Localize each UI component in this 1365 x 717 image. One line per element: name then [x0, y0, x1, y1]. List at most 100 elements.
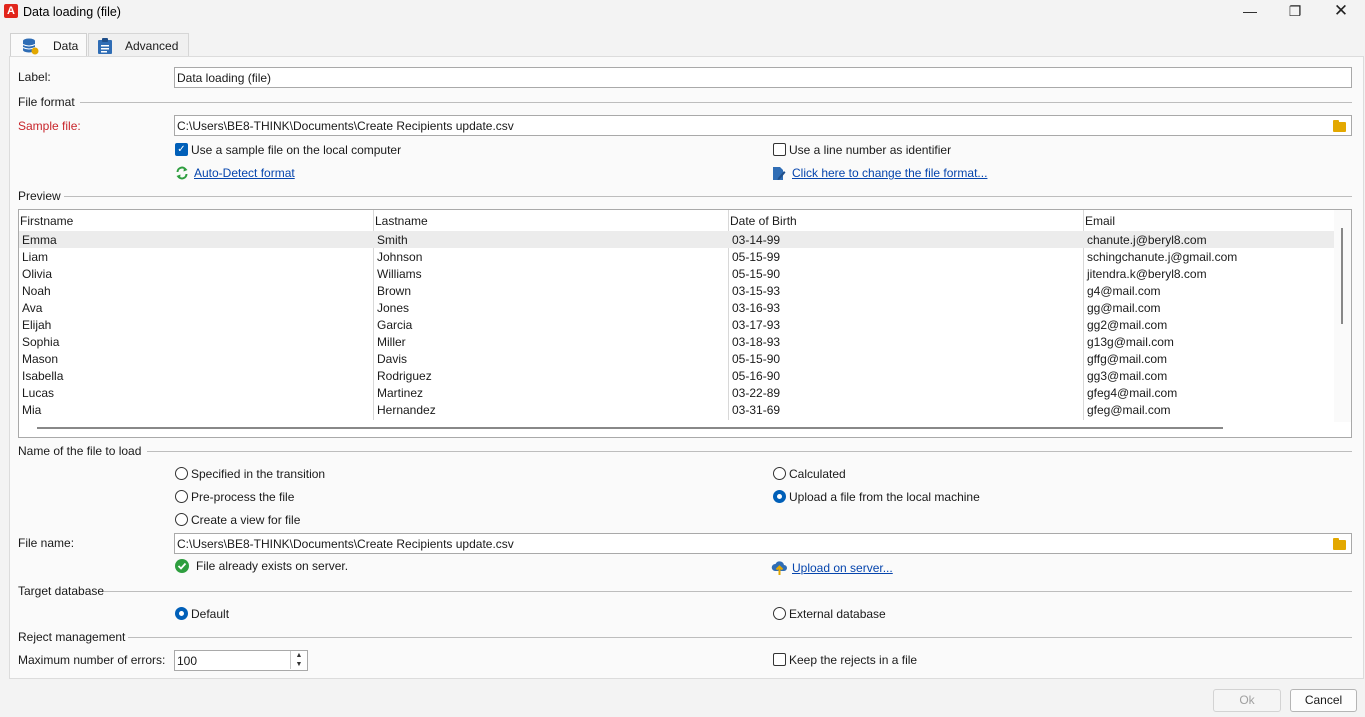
divider: [128, 637, 1352, 638]
table-row[interactable]: Olivia Williams 05-15-90 jitendra.k@beryl8.…: [19, 265, 1335, 282]
stepper-up-icon[interactable]: ▲: [290, 651, 307, 660]
column-header-firstname[interactable]: Firstname: [20, 214, 73, 228]
tab-data[interactable]: Data: [10, 33, 87, 57]
window-title: Data loading (file): [23, 5, 121, 19]
table-row[interactable]: Isabella Rodriguez 05-16-90 gg3@mail.com: [19, 367, 1335, 384]
use-line-number-checkbox[interactable]: [773, 143, 786, 156]
column-header-date-of-birth[interactable]: Date of Birth: [730, 214, 797, 228]
table-row[interactable]: Lucas Martinez 03-22-89 gfeg4@mail.com: [19, 384, 1335, 401]
preview-grid[interactable]: Firstname Lastname Date of Birth Email E…: [18, 209, 1352, 438]
cell-date-of-birth: 03-22-89: [732, 386, 781, 400]
cell-lastname: Miller: [377, 335, 406, 349]
specified-radio[interactable]: [175, 467, 188, 480]
cell-email: gfeg@mail.com: [1087, 403, 1171, 417]
cell-lastname: Brown: [377, 284, 412, 298]
ok-button[interactable]: Ok: [1213, 689, 1281, 712]
table-row[interactable]: Elijah Garcia 03-17-93 gg2@mail.com: [19, 316, 1335, 333]
upload-local-label: Upload a file from the local machine: [789, 490, 980, 504]
default-db-label: Default: [191, 607, 230, 621]
divider: [104, 591, 1352, 592]
file-name-label: File name:: [18, 536, 75, 550]
table-row[interactable]: Emma Smith 03-14-99 chanute.j@beryl8.com: [19, 231, 1335, 248]
cell-date-of-birth: 05-16-90: [732, 369, 781, 383]
cell-firstname: Mia: [22, 403, 42, 417]
reject-management-section-title: Reject management: [18, 630, 126, 644]
column-header-email[interactable]: Email: [1085, 214, 1115, 228]
external-db-label: External database: [789, 607, 886, 621]
sample-file-label: Sample file:: [18, 119, 81, 133]
cell-firstname: Noah: [22, 284, 51, 298]
cell-email: gg3@mail.com: [1087, 369, 1168, 383]
keep-rejects-checkbox[interactable]: [773, 653, 786, 666]
use-local-sample-label: Use a sample file on the local computer: [191, 143, 402, 157]
column-header-lastname[interactable]: Lastname: [375, 214, 428, 228]
maximize-button[interactable]: ❐: [1272, 0, 1318, 24]
title-bar: [0, 0, 1365, 24]
cell-lastname: Williams: [377, 267, 422, 281]
cell-firstname: Elijah: [22, 318, 52, 332]
cell-firstname: Sophia: [22, 335, 60, 349]
cell-firstname: Ava: [22, 301, 43, 315]
change-format-link[interactable]: Click here to change the file format...: [792, 166, 987, 180]
minimize-button[interactable]: —: [1227, 0, 1273, 24]
sample-file-input[interactable]: C:\Users\BE8-THINK\Documents\Create Reci…: [174, 115, 1352, 136]
folder-icon[interactable]: [1333, 120, 1346, 132]
table-row[interactable]: Mia Hernandez 03-31-69 gfeg@mail.com: [19, 401, 1335, 418]
auto-detect-link[interactable]: Auto-Detect format: [194, 166, 295, 180]
cell-lastname: Martinez: [377, 386, 424, 400]
preprocess-label: Pre-process the file: [191, 490, 295, 504]
cell-lastname: Garcia: [377, 318, 413, 332]
label-input[interactable]: Data loading (file): [174, 67, 1352, 88]
table-row[interactable]: Sophia Miller 03-18-93 g13g@mail.com: [19, 333, 1335, 350]
preprocess-radio[interactable]: [175, 490, 188, 503]
cell-firstname: Isabella: [22, 369, 64, 383]
cell-date-of-birth: 05-15-90: [732, 267, 781, 281]
divider: [64, 196, 1352, 197]
cancel-button[interactable]: Cancel: [1290, 689, 1357, 712]
calculated-radio[interactable]: [773, 467, 786, 480]
edit-file-icon: [773, 167, 786, 180]
table-row[interactable]: Noah Brown 03-15-93 g4@mail.com: [19, 282, 1335, 299]
cell-lastname: Rodriguez: [377, 369, 432, 383]
cell-lastname: Jones: [377, 301, 410, 315]
upload-on-server-link[interactable]: Upload on server...: [792, 561, 893, 575]
max-errors-value: 100: [177, 654, 198, 668]
max-errors-stepper[interactable]: 100: [174, 650, 308, 671]
upload-local-radio[interactable]: [773, 490, 786, 503]
table-row[interactable]: Liam Johnson 05-15-99 schingchanute.j@gmail…: [19, 248, 1335, 265]
cell-email: gg@mail.com: [1087, 301, 1161, 315]
default-db-radio[interactable]: [175, 607, 188, 620]
cell-email: g4@mail.com: [1087, 284, 1161, 298]
target-database-section-title: Target database: [18, 584, 105, 598]
create-view-radio[interactable]: [175, 513, 188, 526]
create-view-label: Create a view for file: [191, 513, 301, 527]
database-icon: [22, 38, 39, 55]
cell-firstname: Mason: [22, 352, 59, 366]
cell-date-of-birth: 03-18-93: [732, 335, 781, 349]
cell-lastname: Smith: [377, 233, 408, 247]
cell-email: jitendra.k@beryl8.com: [1087, 267, 1207, 281]
preview-section-title: Preview: [18, 189, 61, 203]
use-local-sample-checkbox[interactable]: ✓: [175, 143, 188, 156]
vertical-scroll-thumb[interactable]: [1341, 228, 1343, 324]
max-errors-label: Maximum number of errors:: [18, 653, 166, 667]
horizontal-scroll-thumb[interactable]: [37, 427, 1223, 429]
tab-advanced[interactable]: Advanced: [88, 33, 189, 57]
cloud-upload-icon: [771, 561, 787, 575]
cell-firstname: Lucas: [22, 386, 55, 400]
close-button[interactable]: ✕: [1318, 0, 1364, 24]
vertical-scrollbar[interactable]: [1334, 210, 1351, 422]
folder-icon[interactable]: [1333, 538, 1346, 550]
cell-lastname: Davis: [377, 352, 408, 366]
file-format-section-title: File format: [18, 95, 75, 109]
cell-date-of-birth: 05-15-99: [732, 250, 781, 264]
file-name-input[interactable]: C:\Users\BE8-THINK\Documents\Create Reci…: [174, 533, 1352, 554]
cell-email: chanute.j@beryl8.com: [1087, 233, 1207, 247]
table-row[interactable]: Ava Jones 03-16-93 gg@mail.com: [19, 299, 1335, 316]
stepper-down-icon[interactable]: ▼: [290, 660, 307, 669]
app-logo: A: [4, 4, 18, 18]
external-db-radio[interactable]: [773, 607, 786, 620]
cell-email: gg2@mail.com: [1087, 318, 1168, 332]
cell-email: gffg@mail.com: [1087, 352, 1167, 366]
table-row[interactable]: Mason Davis 05-15-90 gffg@mail.com: [19, 350, 1335, 367]
